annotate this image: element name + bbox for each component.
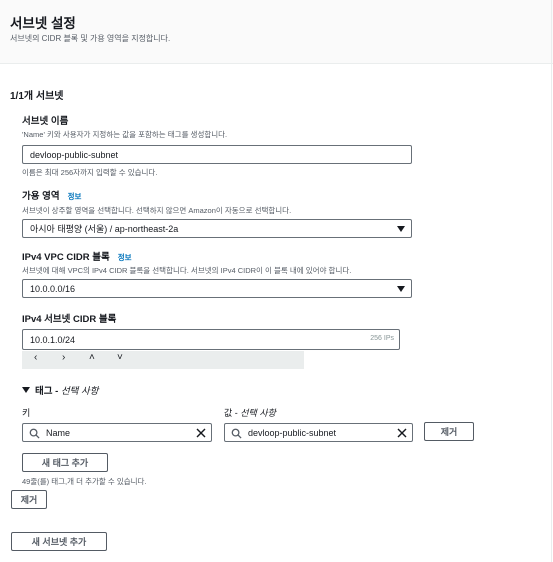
add-tag-button[interactable]: 새 태그 추가 <box>22 453 108 472</box>
subnet-cidr-value: 10.0.1.0/24 <box>30 334 76 345</box>
az-select-value: 아시아 태평양 (서울) / ap-northeast-2a <box>30 224 179 234</box>
caret-down-icon <box>397 226 405 232</box>
vpc-cidr-select[interactable]: 10.0.0.0/16 <box>22 279 412 298</box>
tag-value-label-row: 값 - 선택 사항 <box>224 406 276 419</box>
panel-border <box>551 0 552 562</box>
subnet-counter: 1/1개 서브넷 <box>10 91 64 102</box>
decrement-left-icon[interactable]: ‹ <box>34 352 37 363</box>
tag-key-label: 키 <box>22 408 31 418</box>
clear-icon[interactable] <box>396 427 408 439</box>
az-description: 서브넷이 상주할 영역을 선택합니다. 선택하지 않으면 Amazon이 자동으… <box>22 206 292 215</box>
vpc-cidr-info-link[interactable]: 정보 <box>118 253 132 262</box>
vpc-cidr-select-value: 10.0.0.0/16 <box>30 283 76 294</box>
shift-up-icon[interactable]: ˄ <box>89 352 95 363</box>
tags-toggle-optional: 선택 사항 <box>60 386 99 397</box>
subnet-cidr-label: IPv4 서브넷 CIDR 블록 <box>22 314 117 325</box>
tags-section-toggle[interactable]: 태그 - 선택 사항 <box>22 383 99 397</box>
increment-right-icon[interactable]: › <box>62 352 65 363</box>
caret-down-icon <box>397 286 405 292</box>
az-label: 가용 영역 <box>22 191 60 202</box>
az-select[interactable]: 아시아 태평양 (서울) / ap-northeast-2a <box>22 219 412 238</box>
search-icon <box>231 428 242 439</box>
add-subnet-button[interactable]: 새 서브넷 추가 <box>11 532 107 551</box>
subnet-name-description: 'Name' 키와 사용자가 지정하는 값을 포함하는 태그를 생성합니다. <box>22 130 228 139</box>
page-title: 서브넷 설정 <box>10 16 76 31</box>
tag-key-value: Name <box>46 428 71 438</box>
subnet-name-input[interactable]: devloop-public-subnet <box>22 145 412 164</box>
tags-remaining-hint: 49줄(를) 태그,개 더 추가할 수 있습니다. <box>22 477 147 486</box>
tag-key-input[interactable]: Name <box>22 423 212 442</box>
ip-count-suffix: 256 IPs <box>370 335 394 342</box>
panel-header: 서브넷 설정 서브넷의 CIDR 블록 및 가용 영역을 지정합니다. <box>0 0 553 64</box>
tag-value-input[interactable]: devloop-public-subnet <box>224 423 413 442</box>
vpc-cidr-label-row: IPv4 VPC CIDR 블록 정보 <box>22 249 132 263</box>
caret-down-icon <box>22 387 30 393</box>
tag-value-optional: 선택 사항 <box>240 408 276 418</box>
remove-tag-button[interactable]: 제거 <box>424 422 474 441</box>
az-info-link[interactable]: 정보 <box>68 192 82 201</box>
subnet-cidr-input[interactable]: 10.0.1.0/24 256 IPs <box>22 329 400 350</box>
search-icon <box>29 428 40 439</box>
vpc-cidr-description: 서브넷에 대해 VPC의 IPv4 CIDR 블록을 선택합니다. 서브넷의 I… <box>22 266 352 275</box>
tags-toggle-label: 태그 - <box>35 386 61 397</box>
tag-value-label: 값 - <box>224 408 241 418</box>
page-description: 서브넷의 CIDR 블록 및 가용 영역을 지정합니다. <box>10 34 171 43</box>
remove-subnet-button[interactable]: 제거 <box>11 490 47 509</box>
subnet-name-hint: 이름은 최대 256자까지 입력할 수 있습니다. <box>22 168 158 177</box>
az-label-row: 가용 영역 정보 <box>22 188 81 202</box>
subnet-name-label: 서브넷 이름 <box>22 116 69 127</box>
shift-down-icon[interactable]: ˅ <box>117 352 123 363</box>
tag-value-value: devloop-public-subnet <box>248 428 337 438</box>
vpc-cidr-label: IPv4 VPC CIDR 블록 <box>22 252 110 263</box>
clear-icon[interactable] <box>195 427 207 439</box>
cidr-stepper: ‹ › ˄ ˅ <box>22 351 304 369</box>
